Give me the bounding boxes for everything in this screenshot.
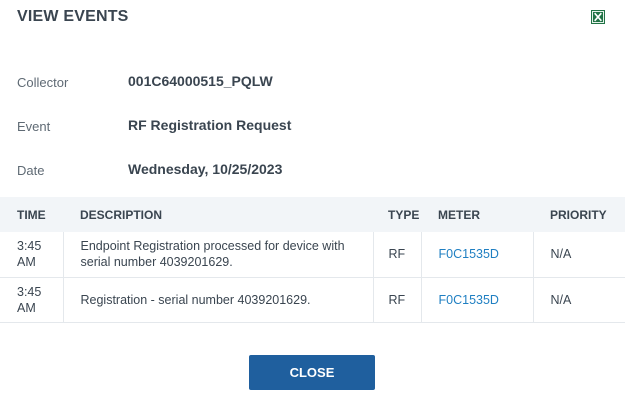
date-label: Date bbox=[17, 163, 45, 178]
dialog-title: VIEW EVENTS bbox=[17, 8, 129, 25]
collector-row: Collector 001C64000515_PQLW bbox=[0, 73, 625, 93]
event-row: Event RF Registration Request bbox=[0, 117, 625, 137]
event-label: Event bbox=[17, 119, 51, 134]
column-header-time[interactable]: TIME bbox=[0, 197, 63, 232]
event-value: RF Registration Request bbox=[128, 117, 292, 133]
collector-value: 001C64000515_PQLW bbox=[128, 73, 273, 89]
date-row: Date Wednesday, 10/25/2023 bbox=[0, 161, 625, 181]
column-header-description[interactable]: DESCRIPTION bbox=[63, 197, 373, 232]
meter-link[interactable]: F0C1535D bbox=[439, 293, 499, 307]
column-header-meter[interactable]: METER bbox=[421, 197, 533, 232]
table-header-row: TIME DESCRIPTION TYPE METER PRIORITY bbox=[0, 197, 625, 232]
date-value: Wednesday, 10/25/2023 bbox=[128, 161, 283, 177]
cell-time: 3:45 AM bbox=[0, 277, 63, 323]
cell-priority: N/A bbox=[532, 232, 625, 278]
column-header-priority[interactable]: PRIORITY bbox=[533, 197, 625, 232]
cell-time: 3:45 AM bbox=[0, 232, 63, 278]
cell-type: RF bbox=[372, 232, 421, 278]
meter-link[interactable]: F0C1535D bbox=[439, 247, 499, 261]
table-row: 3:45 AM Endpoint Registration processed … bbox=[0, 232, 625, 278]
cell-description: Registration - serial number 4039201629. bbox=[62, 277, 373, 323]
cell-description: Endpoint Registration processed for devi… bbox=[62, 232, 373, 278]
cell-priority: N/A bbox=[532, 277, 625, 323]
events-table: TIME DESCRIPTION TYPE METER PRIORITY 3:4… bbox=[0, 197, 625, 323]
cell-meter: F0C1535D bbox=[420, 232, 533, 278]
column-header-type[interactable]: TYPE bbox=[373, 197, 421, 232]
view-events-dialog: VIEW EVENTS Collector 001C64000515_PQLW … bbox=[0, 0, 625, 401]
excel-export-icon[interactable] bbox=[591, 10, 605, 24]
collector-label: Collector bbox=[17, 75, 69, 90]
table-row: 3:45 AM Registration - serial number 403… bbox=[0, 277, 625, 323]
close-button[interactable]: CLOSE bbox=[249, 355, 375, 390]
cell-type: RF bbox=[372, 277, 421, 323]
cell-meter: F0C1535D bbox=[420, 277, 533, 323]
